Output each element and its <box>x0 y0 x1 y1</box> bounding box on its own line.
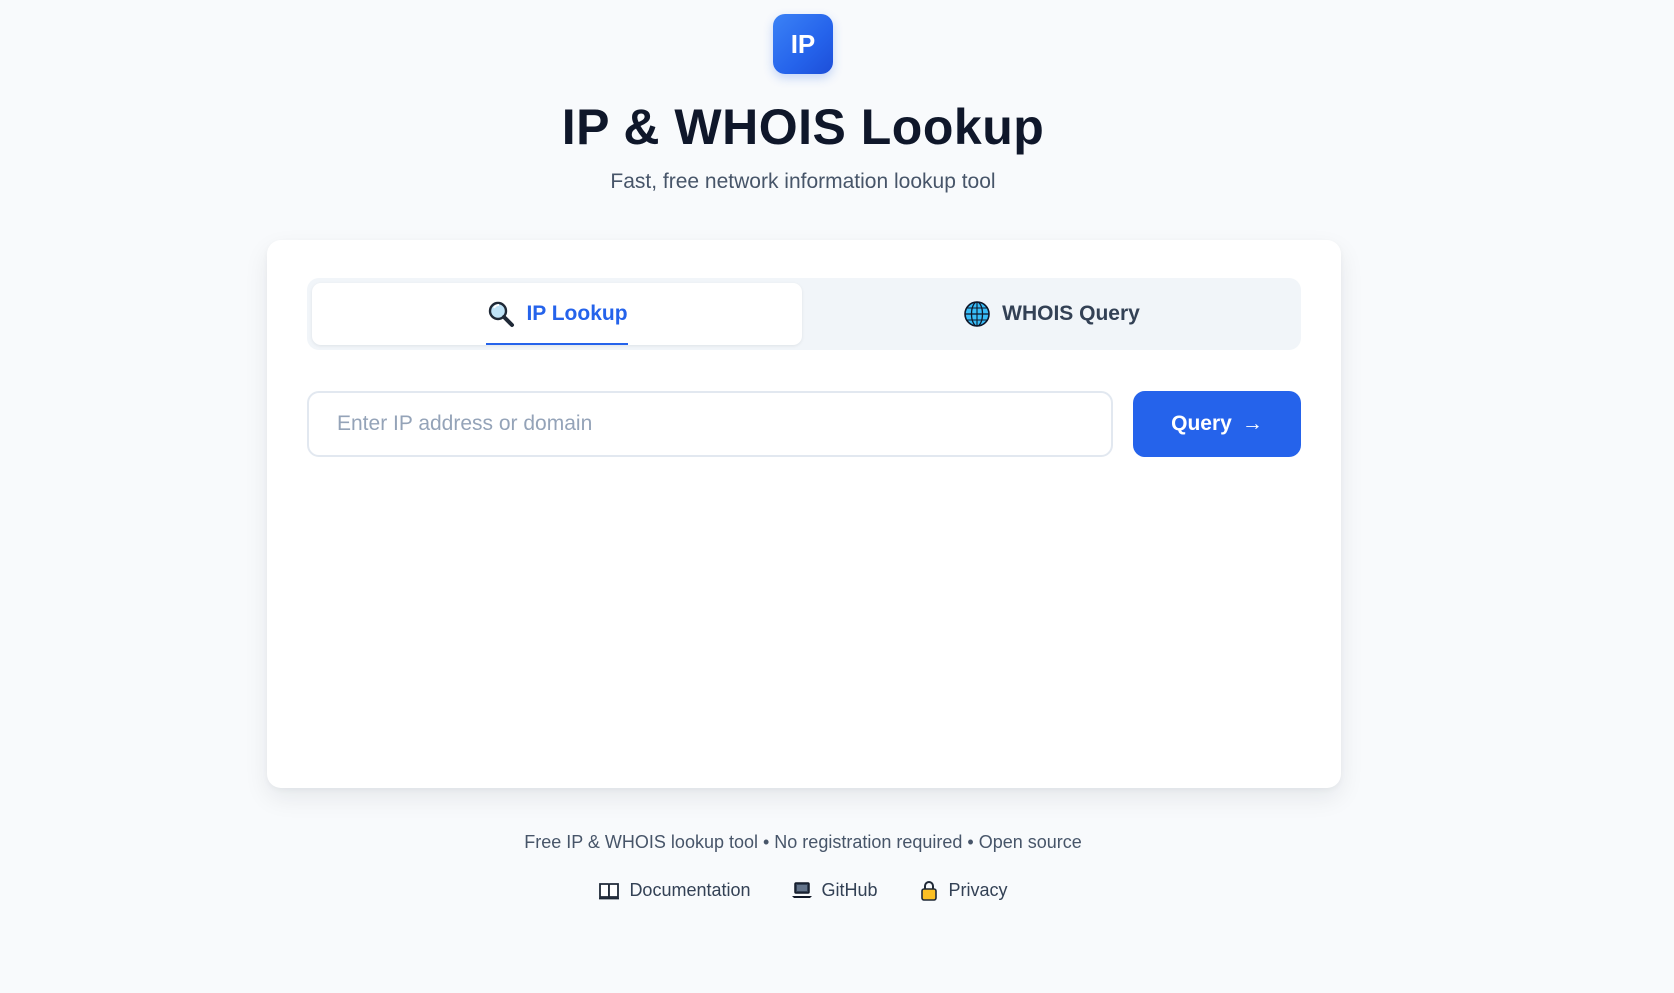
footer-link-github-label: GitHub <box>821 880 878 900</box>
logo-text: IP <box>790 29 816 59</box>
footer-link-github[interactable]: GitHub <box>791 877 878 903</box>
footer-link-documentation[interactable]: Documentation <box>598 877 751 903</box>
footer-links: Documentation GitHub Privacy <box>0 877 1606 903</box>
tab-whois-query[interactable]: WHOIS Query <box>806 283 1296 345</box>
tab-ip-lookup-label: IP Lookup <box>526 302 628 325</box>
search-input[interactable] <box>307 391 1113 457</box>
footer-link-privacy-label: Privacy <box>948 880 1008 900</box>
book-icon <box>598 879 620 901</box>
footer-text: Free IP & WHOIS lookup tool • No registr… <box>524 832 1082 852</box>
tab-whois-query-label: WHOIS Query <box>1002 302 1140 325</box>
laptop-icon <box>791 879 813 901</box>
query-button[interactable]: Query → <box>1133 391 1301 457</box>
footer-link-privacy[interactable]: Privacy <box>918 877 1008 903</box>
arrow-right-icon: → <box>1241 412 1263 435</box>
app-logo: IP <box>773 14 833 74</box>
lock-icon <box>918 879 940 901</box>
footer-link-documentation-label: Documentation <box>629 880 751 900</box>
tab-ip-lookup[interactable]: IP Lookup <box>312 283 802 345</box>
page: IP IP & WHOIS Lookup Fast, free network … <box>0 0 1674 993</box>
page-subtitle: Fast, free network information lookup to… <box>610 170 996 193</box>
tab-bar: IP Lookup WHOIS Query <box>307 278 1301 350</box>
query-button-label: Query <box>1171 412 1232 435</box>
lookup-card: IP Lookup WHOIS Query Enter IP address o… <box>267 240 1341 788</box>
magnifier-icon <box>486 299 516 329</box>
page-title: IP & WHOIS Lookup <box>561 99 1045 155</box>
globe-icon <box>962 299 992 329</box>
